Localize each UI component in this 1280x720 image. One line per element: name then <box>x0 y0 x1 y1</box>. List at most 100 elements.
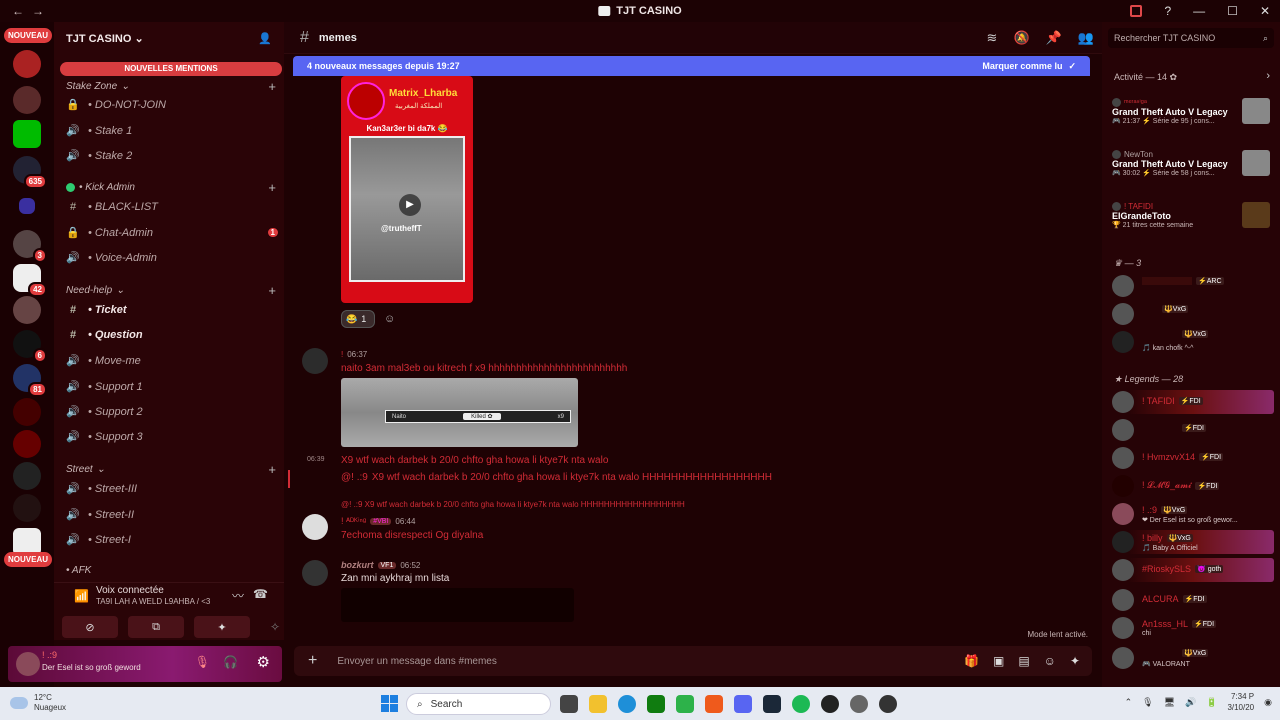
avatar[interactable] <box>302 348 328 374</box>
folder-icon[interactable] <box>19 198 35 214</box>
add-reaction-icon[interactable]: ☺ <box>384 313 395 325</box>
channel-question[interactable]: # • Question <box>66 329 278 341</box>
server-icon-kick[interactable] <box>13 120 41 148</box>
emoji-icon[interactable]: ☺ <box>1044 654 1056 668</box>
server-icon-9[interactable]: 81 <box>13 364 47 397</box>
add-channel-icon[interactable]: + <box>268 462 276 477</box>
channel-support-3[interactable]: 🔊 • Support 3 <box>66 430 278 444</box>
avatar[interactable] <box>302 514 328 540</box>
killfeed-image[interactable]: Naito Killed ✿ x9 <box>341 378 578 447</box>
server-icon-11[interactable] <box>13 430 41 458</box>
members-icon[interactable]: 👥 <box>1078 30 1094 46</box>
xbox-app-icon[interactable] <box>676 695 694 713</box>
add-attachment-icon[interactable]: + <box>308 652 317 670</box>
member-item[interactable]: #RioskySLS 😈 goth <box>1112 558 1274 582</box>
category-afk[interactable]: • AFK <box>66 565 276 576</box>
member-item[interactable]: ⚡FDI <box>1112 418 1274 442</box>
image-attachment[interactable] <box>341 588 574 622</box>
screen-share-button[interactable]: ⧉ <box>128 616 184 638</box>
server-icon-4[interactable]: 635 <box>13 156 47 189</box>
voice-status[interactable]: Voix connectée <box>96 585 164 596</box>
gear-icon[interactable]: ⚙ <box>257 653 270 671</box>
edge-icon[interactable] <box>618 695 636 713</box>
gif-icon[interactable]: ▣ <box>993 654 1004 668</box>
network-icon[interactable]: 🖥 <box>1164 697 1175 708</box>
discord-icon[interactable] <box>734 695 752 713</box>
apps-icon[interactable]: ✦ <box>1070 654 1080 668</box>
noise-suppression-icon[interactable]: 〰 <box>232 587 244 604</box>
server-icon-10[interactable] <box>13 398 41 426</box>
member-item[interactable]: ! TAFIDI ⚡FDI <box>1112 390 1274 414</box>
member-item[interactable]: ALCURA ⚡FDI <box>1112 588 1274 612</box>
server-icon-kickhouse[interactable] <box>13 50 41 78</box>
channel-support-1[interactable]: 🔊 • Support 1 <box>66 380 278 394</box>
video-frame[interactable]: ▶ @trutheffT <box>349 136 465 282</box>
close-button[interactable]: ✕ <box>1260 4 1270 18</box>
server-name[interactable]: TJT CASINO ⌄ <box>66 32 144 45</box>
channel-voice-admin[interactable]: 🔊 • Voice-Admin <box>66 251 278 265</box>
mic-muted-icon[interactable]: 🎙 <box>195 655 210 669</box>
category-need-help[interactable]: Need-help ⌄ + <box>66 283 276 298</box>
mention[interactable]: @! .:9 <box>341 472 368 483</box>
settings-icon[interactable] <box>850 695 868 713</box>
new-mentions-pill[interactable]: NOUVELLES MENTIONS <box>60 62 282 76</box>
activity-card[interactable]: NewTon Grand Theft Auto V Legacy 🎮 30:02… <box>1112 150 1272 177</box>
weather-widget[interactable]: 12°C Nuageux <box>10 693 66 713</box>
forward-arrow-icon[interactable]: → <box>32 4 44 18</box>
channel-stake-1[interactable]: 🔊 • Stake 1 <box>66 124 278 138</box>
reaction-laugh[interactable]: 😂 1 <box>341 310 375 328</box>
server-icon-5[interactable]: 3 <box>13 230 47 263</box>
search-input[interactable]: Rechercher TJT CASINO ⌕ <box>1108 28 1274 48</box>
maximize-button[interactable]: ☐ <box>1227 4 1238 18</box>
add-channel-icon[interactable]: + <box>268 79 276 94</box>
steam-icon[interactable] <box>763 695 781 713</box>
notifications-off-icon[interactable]: 🔕 <box>1013 30 1029 46</box>
channel-do-not-join[interactable]: 🔒 • DO-NOT-JOIN <box>66 98 278 112</box>
disconnect-icon[interactable]: ☎ <box>253 587 268 601</box>
username[interactable]: ! ᴬᴰᴷⁱⁿᵍ <box>341 516 366 527</box>
threads-icon[interactable]: ≋ <box>987 30 998 46</box>
avatar[interactable] <box>302 560 328 586</box>
clock[interactable]: 7:34 P 3/10/20 <box>1227 691 1254 713</box>
start-button[interactable] <box>381 695 398 712</box>
inbox-icon[interactable] <box>1130 5 1143 17</box>
mark-as-read-button[interactable]: Marquer comme lu <box>982 61 1062 71</box>
chevron-right-icon[interactable]: › <box>1266 70 1270 82</box>
camera-off-button[interactable]: ⊘ <box>62 616 118 638</box>
activities-button[interactable]: ✦ <box>194 616 250 638</box>
member-item[interactable]: 🔱VxG <box>1112 302 1274 326</box>
volume-icon[interactable]: 🔊 <box>1185 697 1196 708</box>
add-member-icon[interactable]: 👤 <box>258 32 272 45</box>
username[interactable]: bozkurt <box>341 560 374 570</box>
new-messages-bar[interactable]: 4 nouveaux messages depuis 19:27 Marquer… <box>293 56 1090 76</box>
member-item[interactable]: An1sss_HL ⚡FDI chi <box>1112 616 1274 640</box>
obs-icon[interactable] <box>879 695 897 713</box>
task-view-icon[interactable] <box>560 695 578 713</box>
channel-street-2[interactable]: 🔊 • Street-II <box>66 508 278 522</box>
activity-card[interactable]: ! TAFIDI ElGrandeToto 🏆 21 titres cette … <box>1112 202 1272 229</box>
avatar[interactable] <box>16 652 40 676</box>
taskbar-search[interactable]: ⌕ Search <box>406 693 551 715</box>
server-icon-13[interactable] <box>13 494 41 522</box>
add-channel-icon[interactable]: + <box>268 283 276 298</box>
battery-icon[interactable]: 🔋 <box>1206 697 1217 708</box>
username[interactable]: ! .:9 <box>42 650 57 660</box>
voice-channel[interactable]: TA9I LAH A WELD L9AHBA / <3 <box>96 597 210 606</box>
server-icon-7[interactable] <box>13 296 41 324</box>
mic-icon[interactable]: 🎙 <box>1142 697 1153 708</box>
server-icon-410[interactable]: 6 <box>13 330 47 363</box>
play-icon[interactable]: ▶ <box>399 194 421 216</box>
category-kick-admin[interactable]: • Kick Admin + <box>66 180 276 195</box>
notification-icon[interactable]: ◉ <box>1264 697 1272 708</box>
sticker-icon[interactable]: ▤ <box>1018 654 1029 668</box>
spotify-icon[interactable] <box>792 695 810 713</box>
channel-move-me[interactable]: 🔊 • Move-me <box>66 354 278 368</box>
brave-icon[interactable] <box>705 695 723 713</box>
member-item[interactable]: 🔱VxG 🎵 kan chofk ^-^ <box>1112 330 1274 354</box>
category-stake-zone[interactable]: Stake Zone ⌄ + <box>66 79 276 94</box>
server-header[interactable]: TJT CASINO ⌄ 👤 <box>54 22 284 54</box>
member-item[interactable]: ! HvmzvvX14 ⚡FDI <box>1112 446 1274 470</box>
activity-card[interactable]: ᵐᵉʳᵃⁿⁱᵍᵃ Grand Theft Auto V Legacy 🎮 21:… <box>1112 98 1272 125</box>
category-street[interactable]: Street ⌄ + <box>66 462 276 477</box>
gift-icon[interactable]: 🎁 <box>964 654 979 668</box>
